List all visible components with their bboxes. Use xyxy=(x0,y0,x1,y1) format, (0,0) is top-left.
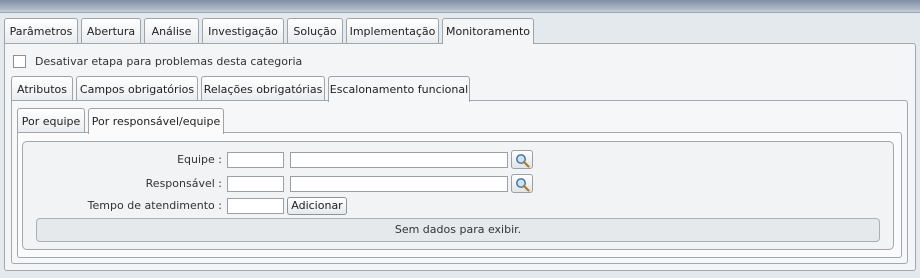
add-button[interactable]: Adicionar xyxy=(287,197,347,215)
tab-parametros[interactable]: Parâmetros xyxy=(4,18,78,43)
magnifier-icon xyxy=(516,178,530,192)
tab-campos-obrigatorios[interactable]: Campos obrigatórios xyxy=(76,76,198,101)
tab-solucao[interactable]: Solução xyxy=(287,18,343,43)
team-label: Equipe : xyxy=(177,153,222,166)
disable-step-checkbox[interactable] xyxy=(13,55,26,68)
team-code-input[interactable] xyxy=(227,152,284,168)
time-label: Tempo de atendimento : xyxy=(87,199,222,212)
tab-monitoramento[interactable]: Monitoramento xyxy=(442,18,534,44)
responsible-label: Responsável : xyxy=(145,177,222,190)
team-name-input[interactable] xyxy=(290,152,508,168)
responsible-name-input[interactable] xyxy=(290,176,508,192)
magnifier-icon xyxy=(516,154,530,168)
disable-step-label: Desativar etapa para problemas desta cat… xyxy=(35,55,303,68)
tab-implementacao[interactable]: Implementação xyxy=(346,18,439,43)
tab-atributos[interactable]: Atributos xyxy=(11,76,73,101)
window-top-bar xyxy=(0,0,920,13)
time-input[interactable] xyxy=(227,198,284,214)
tab-por-responsavel-equipe[interactable]: Por responsável/equipe xyxy=(88,108,224,134)
tab-investigacao[interactable]: Investigação xyxy=(202,18,284,43)
tab-por-equipe[interactable]: Por equipe xyxy=(17,108,85,133)
tab-relacoes-obrigatorias[interactable]: Relações obrigatórias xyxy=(201,76,325,101)
responsible-code-input[interactable] xyxy=(227,176,284,192)
empty-grid-message: Sem dados para exibir. xyxy=(36,218,880,242)
team-search-button[interactable] xyxy=(511,150,533,169)
responsible-search-button[interactable] xyxy=(511,174,533,193)
tab-analise[interactable]: Análise xyxy=(144,18,199,43)
tab-abertura[interactable]: Abertura xyxy=(81,18,141,43)
tab-escalonamento-funcional[interactable]: Escalonamento funcional xyxy=(328,76,470,102)
